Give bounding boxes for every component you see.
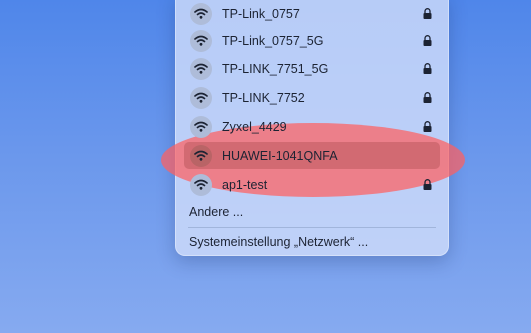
wifi-icon [190, 144, 212, 167]
wifi-icon [190, 86, 212, 109]
network-name: TP-Link_0757_5G [222, 33, 324, 48]
wifi-icon [190, 173, 212, 196]
network-item-ap1-test[interactable]: ap1-test [184, 171, 440, 198]
lock-icon [423, 63, 432, 74]
network-name: Zyxel_4429 [222, 119, 287, 134]
network-item-tp-link-7751-5g[interactable]: TP-LINK_7751_5G [184, 55, 440, 82]
network-item-tp-link-0757[interactable]: TP-Link_0757 [184, 0, 440, 27]
menu-separator [188, 227, 436, 228]
lock-icon [423, 92, 432, 103]
other-networks-item[interactable]: Andere ... [189, 205, 243, 219]
network-name: TP-Link_0757 [222, 6, 300, 21]
wifi-menu: TP-Link_0757 TP-Link_0757_5G TP-LINK_775… [161, 0, 465, 256]
network-item-tp-link-0757-5g[interactable]: TP-Link_0757_5G [184, 27, 440, 54]
wifi-icon [190, 57, 212, 80]
lock-icon [423, 35, 432, 46]
network-name: TP-LINK_7751_5G [222, 61, 329, 76]
lock-icon [423, 121, 432, 132]
network-name: HUAWEI-1041QNFA [222, 148, 338, 163]
network-name: TP-LINK_7752 [222, 90, 305, 105]
network-name: ap1-test [222, 177, 268, 192]
network-item-huawei-1041qnfa[interactable]: HUAWEI-1041QNFA [184, 142, 440, 169]
wifi-icon [190, 29, 212, 52]
network-settings-item[interactable]: Systemeinstellung „Netzwerk“ ... [189, 235, 368, 249]
lock-icon [423, 8, 432, 19]
wifi-icon [190, 115, 212, 138]
network-item-zyxel-4429[interactable]: Zyxel_4429 [184, 113, 440, 140]
wifi-icon [190, 2, 212, 25]
network-item-tp-link-7752[interactable]: TP-LINK_7752 [184, 84, 440, 111]
lock-icon [423, 179, 432, 190]
